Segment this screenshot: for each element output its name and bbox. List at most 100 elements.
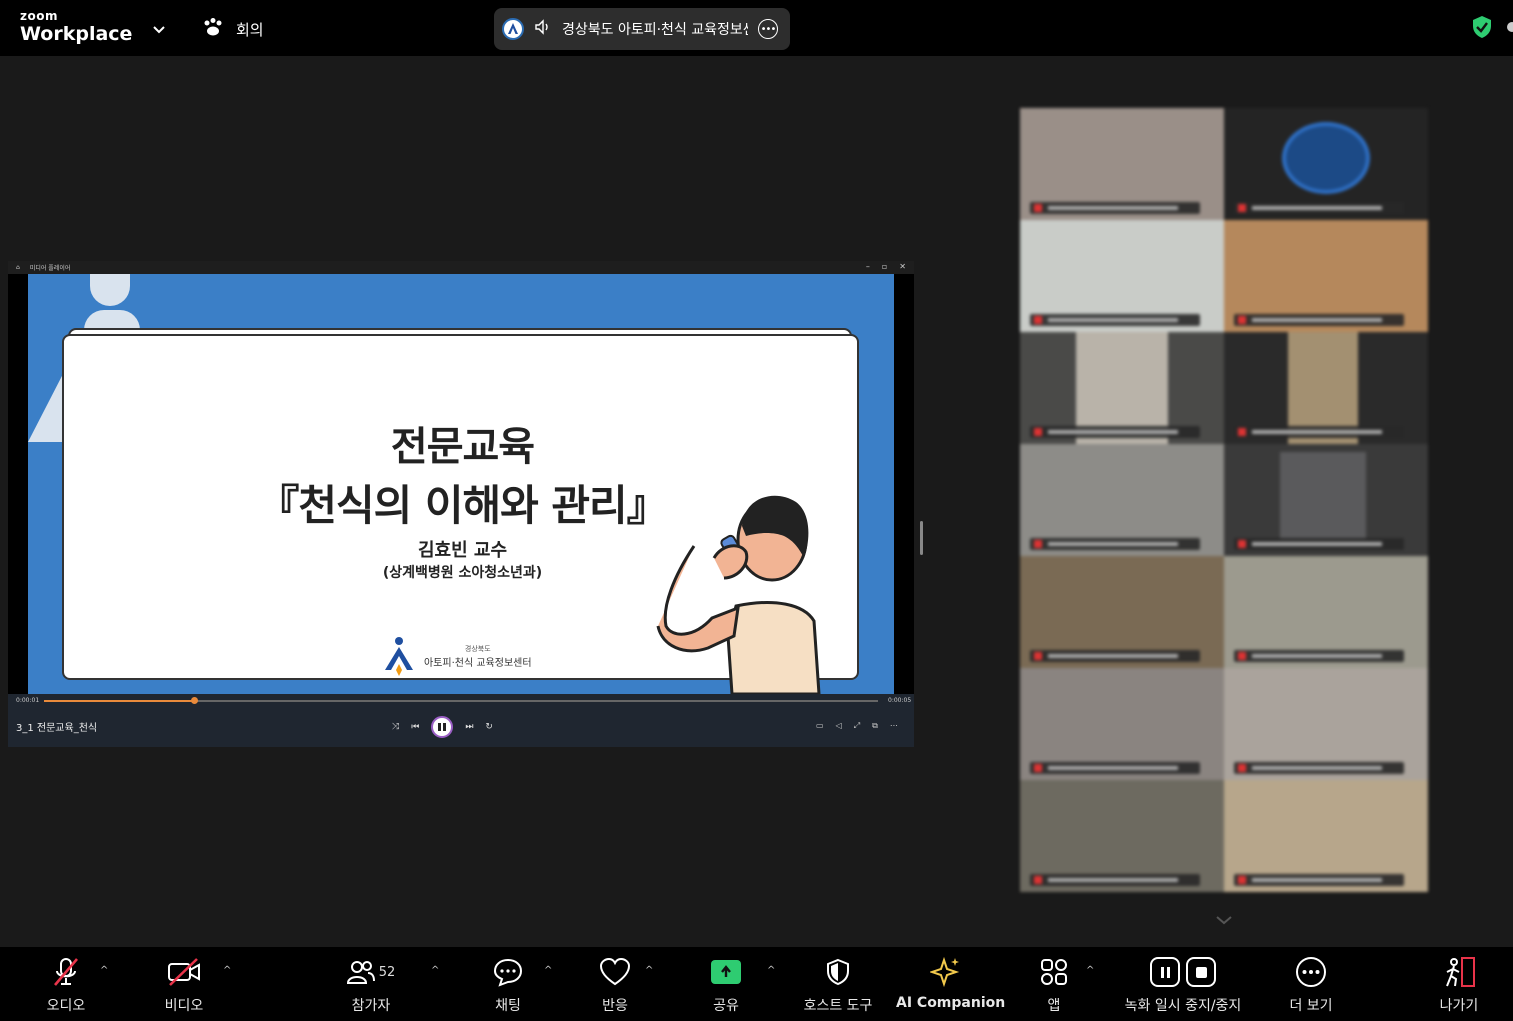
shared-screen: ⌂ 미디어 플레이어 – ▫ ✕ 전문교육 『천식의 이해와 관리』 김효빈 교… [8, 261, 914, 747]
participant-tile[interactable] [1224, 668, 1428, 780]
share-label: 공유 [713, 998, 739, 1014]
repeat-icon[interactable]: ↻ [485, 722, 493, 732]
chat-bubble-icon [484, 955, 532, 989]
participant-tile[interactable] [1020, 668, 1224, 780]
zoom-window: zoom Workplace 회의 경상북도 아토피·천식 교육정보센터 •••… [0, 0, 1513, 1021]
meeting-label: 회의 [236, 20, 264, 39]
participants-options-caret-icon[interactable]: ^ [431, 965, 439, 976]
paw-icon [202, 17, 224, 41]
slide-title-line1: 전문교육 [390, 424, 535, 470]
security-shield-icon[interactable] [1471, 15, 1493, 43]
seek-bar-handle[interactable] [191, 697, 199, 704]
inhaler-man-illustration [656, 495, 821, 694]
gallery-scroll-down-icon[interactable] [1215, 910, 1233, 929]
video-off-icon [158, 955, 210, 989]
zoom-workplace-logo[interactable]: zoom Workplace [20, 10, 132, 44]
leave-door-icon [1430, 955, 1488, 989]
apps-grid-icon [1034, 955, 1074, 989]
stop-recording-icon [1186, 957, 1216, 987]
chat-button[interactable]: 채팅 [484, 955, 532, 1015]
participant-tile[interactable] [1224, 780, 1428, 892]
more-button[interactable]: 더 보기 [1282, 955, 1340, 1015]
leave-button[interactable]: 나가기 [1430, 955, 1488, 1015]
volume-icon[interactable]: ◁ [836, 721, 842, 731]
media-player-titlebar: ⌂ 미디어 플레이어 – ▫ ✕ [8, 261, 914, 274]
shuffle-icon[interactable]: ⤨ [392, 722, 399, 732]
logo-workplace-text: Workplace [20, 23, 133, 45]
minimize-icon[interactable]: – [866, 262, 870, 271]
center-logo-icon [385, 637, 413, 676]
host-tools-button[interactable]: 호스트 도구 [796, 955, 880, 1015]
miniplayer-icon[interactable]: ⧉ [872, 721, 878, 731]
share-pill-title: 경상북도 아토피·천식 교육정보센터 [562, 22, 748, 38]
participant-tile[interactable] [1020, 556, 1224, 668]
chat-label: 채팅 [495, 998, 521, 1014]
meeting-info-button[interactable]: 회의 [202, 17, 264, 41]
participant-tile[interactable] [1020, 780, 1224, 892]
pause-recording-icon [1150, 957, 1180, 987]
fullscreen-icon[interactable]: ⤢ [854, 721, 860, 731]
leave-label: 나가기 [1439, 998, 1479, 1014]
seek-bar[interactable] [44, 697, 878, 704]
record-label: 녹화 일시 중지/중지 [1124, 998, 1242, 1014]
participant-tile[interactable] [1020, 220, 1224, 332]
audio-button[interactable]: 오디오 [40, 955, 92, 1015]
apps-label: 앱 [1047, 998, 1061, 1014]
participant-tile[interactable] [1224, 220, 1428, 332]
chat-options-caret-icon[interactable]: ^ [544, 965, 552, 976]
subtitles-icon[interactable]: ▭ [816, 721, 824, 731]
pause-button[interactable] [431, 716, 454, 738]
apps-button[interactable]: 앱 [1034, 955, 1074, 1015]
media-player-controls: 0:00:01 0:00:05 3_1 전문교육_천식 ⤨ ⏮ ⏭ ↻ ▭ ◁ … [8, 694, 914, 747]
participants-label: 참가자 [351, 998, 391, 1014]
reactions-options-caret-icon[interactable]: ^ [645, 965, 653, 976]
participants-button[interactable]: 52 참가자 [340, 955, 402, 1015]
screen-share-indicator[interactable]: 경상북도 아토피·천식 교육정보센터 ••• [494, 8, 790, 50]
playback-controls: ⤨ ⏮ ⏭ ↻ [392, 716, 493, 738]
participant-tile[interactable] [1224, 332, 1428, 444]
status-dot [1507, 22, 1513, 32]
video-options-caret-icon[interactable]: ^ [223, 965, 231, 976]
window-controls: – ▫ ✕ [866, 262, 906, 271]
more-dots-icon [1282, 955, 1340, 989]
share-button[interactable]: 공유 [704, 955, 748, 1015]
record-button[interactable]: 녹화 일시 중지/중지 [1114, 955, 1252, 1015]
video-button[interactable]: 비디오 [158, 955, 210, 1015]
restore-icon[interactable]: ▫ [882, 262, 887, 271]
panel-splitter-handle[interactable] [920, 521, 923, 555]
reactions-button[interactable]: 반응 [592, 955, 638, 1015]
participant-tile[interactable] [1224, 556, 1428, 668]
time-current: 0:00:01 [16, 697, 40, 704]
previous-icon[interactable]: ⏮ [411, 722, 419, 732]
more-label: 더 보기 [1289, 998, 1333, 1014]
center-logo-text: 경상북도 아토피·천식 교육정보센터 [424, 644, 532, 669]
participant-gallery [1020, 108, 1428, 898]
seek-bar-fill [44, 700, 195, 702]
close-icon[interactable]: ✕ [899, 262, 906, 271]
participant-tile[interactable] [1224, 108, 1428, 220]
player-more-icon[interactable]: ⋯ [890, 721, 898, 731]
background-shape [28, 372, 64, 442]
participant-tile[interactable] [1020, 332, 1224, 444]
media-player-title: 미디어 플레이어 [29, 265, 71, 272]
participant-tile[interactable] [1224, 444, 1428, 556]
player-right-controls: ▭ ◁ ⤢ ⧉ ⋯ [816, 721, 898, 731]
top-bar: zoom Workplace 회의 경상북도 아토피·천식 교육정보센터 ••• [0, 0, 1513, 56]
apps-options-caret-icon[interactable]: ^ [1086, 965, 1094, 976]
ai-companion-button[interactable]: AI Companion [896, 955, 1005, 1011]
audio-options-caret-icon[interactable]: ^ [100, 965, 108, 976]
chevron-down-icon[interactable] [152, 20, 166, 39]
home-icon[interactable]: ⌂ [16, 264, 20, 271]
logo-big-text: 아토피·천식 교육정보센터 [424, 657, 532, 669]
sparkle-icon [896, 955, 996, 989]
participant-tile[interactable] [1020, 108, 1224, 220]
share-screen-icon [711, 960, 741, 984]
time-total: 0:00:05 [888, 697, 912, 704]
more-options-icon[interactable]: ••• [758, 19, 778, 39]
participants-icon [346, 961, 375, 984]
participant-tile[interactable] [1020, 444, 1224, 556]
next-icon[interactable]: ⏭ [465, 722, 473, 732]
background-figure-shoulder [84, 310, 140, 330]
share-options-caret-icon[interactable]: ^ [767, 965, 775, 976]
reactions-label: 반응 [602, 998, 628, 1014]
